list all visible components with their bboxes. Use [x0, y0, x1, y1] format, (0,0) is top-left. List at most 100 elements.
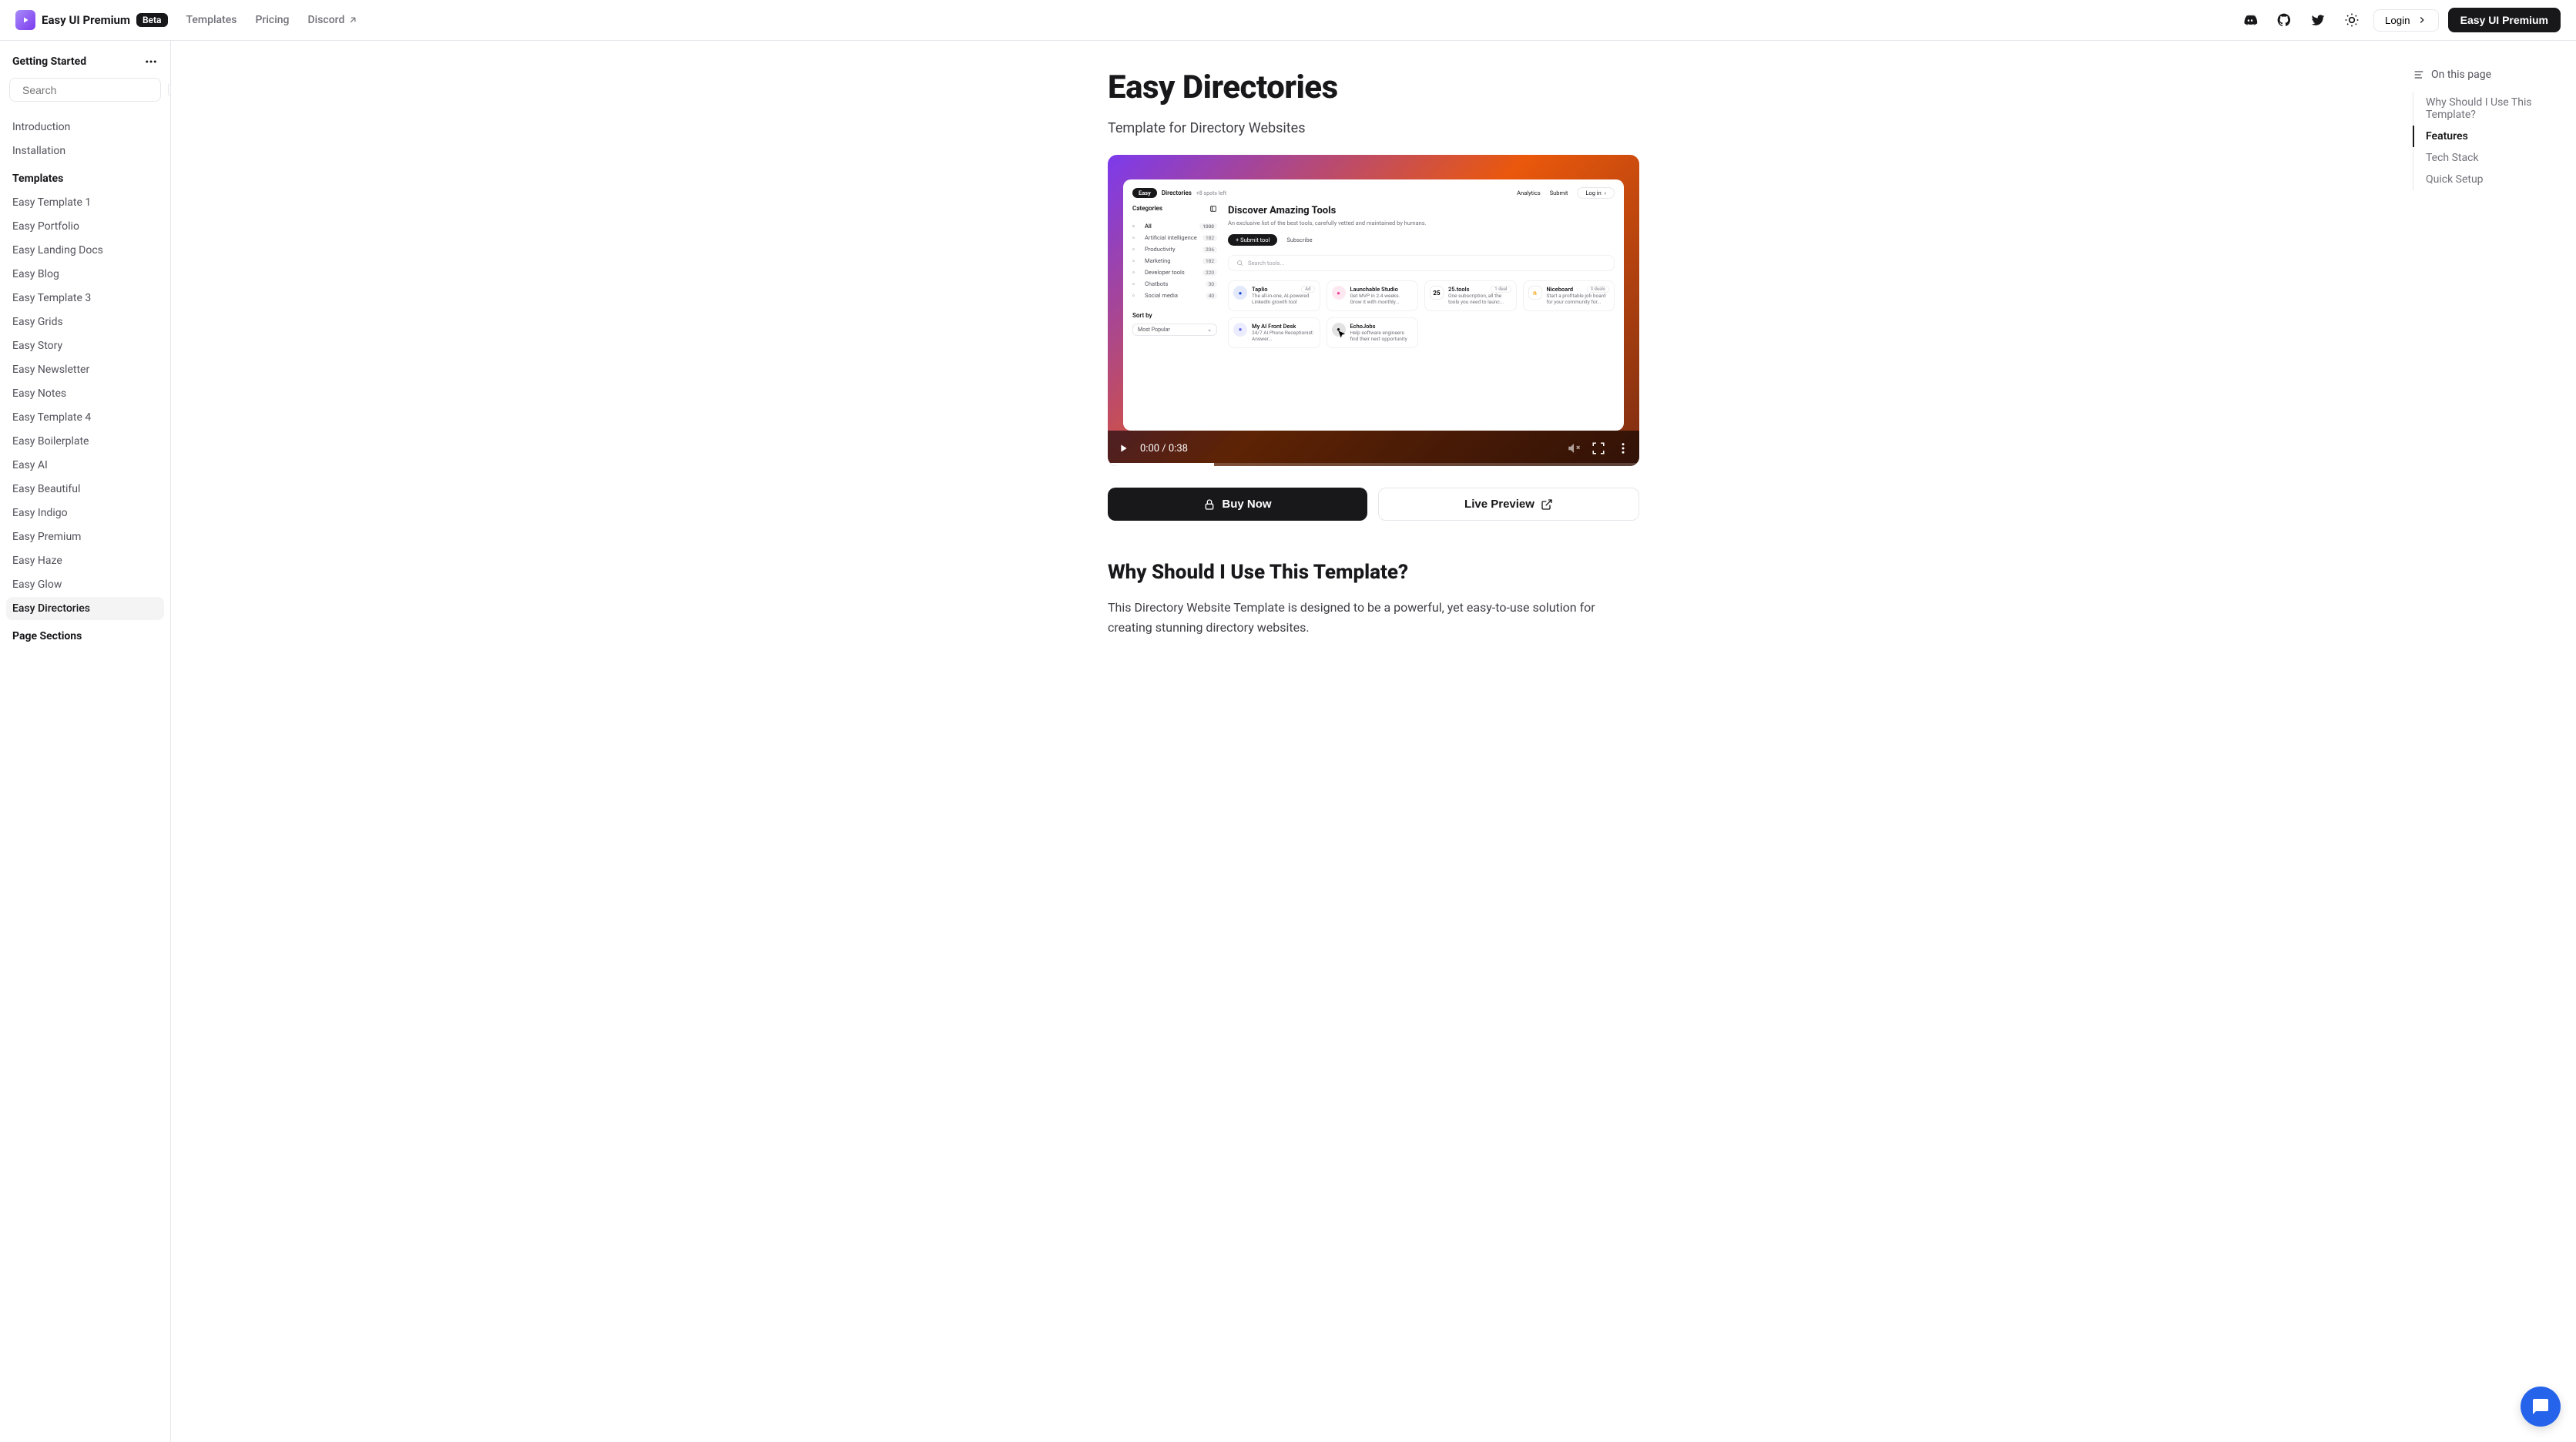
preview-category: ▫Chatbots30 — [1132, 278, 1217, 290]
mute-icon[interactable] — [1567, 441, 1581, 455]
main-content: Easy Directories Template for Directory … — [171, 41, 2576, 1442]
page-sections-title: Page Sections — [6, 621, 164, 649]
why-paragraph: This Directory Website Template is desig… — [1108, 598, 1639, 637]
preview-category: ▫All1000 — [1132, 220, 1217, 232]
premium-cta-button[interactable]: Easy UI Premium — [2448, 8, 2561, 32]
buy-now-button[interactable]: Buy Now — [1108, 488, 1367, 521]
getting-started-title: Getting Started — [12, 55, 86, 68]
app-header: Easy UI Premium Beta Templates Pricing D… — [0, 0, 2576, 41]
lock-icon — [1203, 498, 1216, 511]
sidebar-item-template[interactable]: Easy Template 4 — [6, 406, 164, 429]
preview-tool-card: 2525.tools1 dealOne subscription, all th… — [1424, 280, 1517, 311]
toc-item[interactable]: Why Should I Use This Template? — [2413, 92, 2570, 126]
page-title: Easy Directories — [1108, 69, 1639, 106]
brand-name: Easy UI Premium — [42, 13, 130, 27]
sidebar-item-template[interactable]: Easy Notes — [6, 382, 164, 405]
toc-title: On this page — [2431, 69, 2491, 81]
external-link-icon — [1541, 498, 1553, 511]
external-link-icon — [347, 15, 358, 25]
sidebar-item-template[interactable]: Easy Haze — [6, 549, 164, 572]
sidebar-item-template[interactable]: Easy Boilerplate — [6, 430, 164, 453]
preview-category: ▫Artificial intelligence182 — [1132, 232, 1217, 243]
sidebar-item-introduction[interactable]: Introduction — [6, 116, 164, 139]
sidebar-item-template[interactable]: Easy Template 1 — [6, 191, 164, 214]
beta-badge: Beta — [136, 13, 168, 27]
toc-item[interactable]: Quick Setup — [2413, 169, 2570, 190]
play-icon — [15, 10, 35, 30]
preview-spots: +8 spots left — [1196, 190, 1226, 196]
table-of-contents: On this page Why Should I Use This Templ… — [2407, 41, 2576, 218]
more-icon[interactable] — [144, 55, 158, 69]
preview-hero-sub: An exclusive list of the best tools, car… — [1228, 220, 1615, 226]
toc-item[interactable]: Features — [2413, 126, 2570, 147]
nav-discord-label: Discord — [308, 14, 345, 26]
sidebar-item-installation[interactable]: Installation — [6, 139, 164, 163]
chevron-right-icon: › — [1605, 189, 1606, 196]
preview-category: ▫Productivity206 — [1132, 243, 1217, 255]
theme-toggle-icon[interactable] — [2340, 8, 2364, 32]
search-field[interactable] — [22, 84, 162, 96]
login-label: Login — [2385, 15, 2410, 26]
fullscreen-icon[interactable] — [1592, 441, 1605, 455]
nav-discord[interactable]: Discord — [308, 14, 359, 26]
preview-tool-card: nNiceboard3 dealsStart a profitable job … — [1523, 280, 1615, 311]
list-icon — [2413, 69, 2425, 81]
preview-sort-title: Sort by — [1132, 312, 1217, 319]
sidebar-header: Getting Started — [6, 55, 164, 78]
header-right: Login Easy UI Premium — [2238, 8, 2561, 32]
preview-brand-pill: Easy — [1132, 188, 1157, 198]
preview-login: Log in › — [1577, 187, 1615, 199]
nav-pricing[interactable]: Pricing — [255, 14, 289, 26]
chevron-right-icon — [2417, 15, 2427, 25]
preview-brand: Easy Directories +8 spots left — [1132, 188, 1226, 198]
discord-icon[interactable] — [2238, 8, 2262, 32]
sidebar-item-template[interactable]: Easy Newsletter — [6, 358, 164, 381]
preview-hero-title: Discover Amazing Tools — [1228, 205, 1615, 216]
preview-search: Search tools... — [1228, 255, 1615, 271]
preview-categories-title: Categories — [1132, 205, 1162, 213]
templates-section-title: Templates — [6, 163, 164, 191]
collapse-icon — [1209, 205, 1217, 213]
sidebar-item-template[interactable]: Easy AI — [6, 454, 164, 477]
login-button[interactable]: Login — [2373, 9, 2439, 32]
sidebar-item-template[interactable]: Easy Story — [6, 334, 164, 357]
sidebar: Getting Started ⌘ K Introduction Install… — [0, 41, 171, 1442]
preview-tool-card: ●TaplioAdThe all-in-one, AI-powered Link… — [1228, 280, 1320, 311]
github-icon[interactable] — [2272, 8, 2296, 32]
preview-category: ▫Social media40 — [1132, 290, 1217, 301]
chevron-down-icon: ⌄ — [1207, 327, 1212, 333]
chat-icon — [2531, 1397, 2550, 1416]
sidebar-item-template[interactable]: Easy Glow — [6, 573, 164, 596]
video-player[interactable]: Easy Directories +8 spots left Analytics… — [1108, 155, 1639, 466]
preview-category: ▫Marketing182 — [1132, 255, 1217, 267]
more-icon[interactable] — [1616, 441, 1630, 455]
sidebar-item-template[interactable]: Easy Landing Docs — [6, 239, 164, 262]
sidebar-item-template[interactable]: Easy Template 3 — [6, 287, 164, 310]
sidebar-item-template[interactable]: Easy Premium — [6, 525, 164, 548]
chat-fab[interactable] — [2521, 1387, 2561, 1427]
sidebar-item-template[interactable]: Easy Beautiful — [6, 478, 164, 501]
preview-subscribe: Subscribe — [1283, 234, 1315, 246]
page-subtitle: Template for Directory Websites — [1108, 120, 1639, 136]
sidebar-item-template[interactable]: Easy Directories — [6, 597, 164, 620]
preview-submit-tool: + Submit tool — [1228, 234, 1277, 246]
header-left: Easy UI Premium Beta Templates Pricing D… — [15, 10, 358, 30]
sidebar-item-template[interactable]: Easy Blog — [6, 263, 164, 286]
live-preview-label: Live Preview — [1464, 498, 1535, 511]
app-preview: Easy Directories +8 spots left Analytics… — [1123, 179, 1624, 431]
video-progress[interactable] — [1108, 463, 1639, 466]
play-icon[interactable] — [1117, 442, 1129, 454]
why-heading: Why Should I Use This Template? — [1108, 561, 1639, 584]
sidebar-item-template[interactable]: Easy Grids — [6, 310, 164, 334]
toc-item[interactable]: Tech Stack — [2413, 147, 2570, 169]
twitter-icon[interactable] — [2306, 8, 2330, 32]
sidebar-item-template[interactable]: Easy Portfolio — [6, 215, 164, 238]
live-preview-button[interactable]: Live Preview — [1378, 488, 1639, 521]
nav-templates[interactable]: Templates — [186, 14, 237, 26]
preview-analytics: Analytics — [1517, 189, 1541, 196]
brand-logo[interactable]: Easy UI Premium Beta — [15, 10, 168, 30]
search-input[interactable]: ⌘ K — [9, 78, 161, 102]
buy-now-label: Buy Now — [1222, 498, 1271, 511]
preview-sort-select: Most Popular ⌄ — [1132, 324, 1217, 336]
sidebar-item-template[interactable]: Easy Indigo — [6, 501, 164, 525]
